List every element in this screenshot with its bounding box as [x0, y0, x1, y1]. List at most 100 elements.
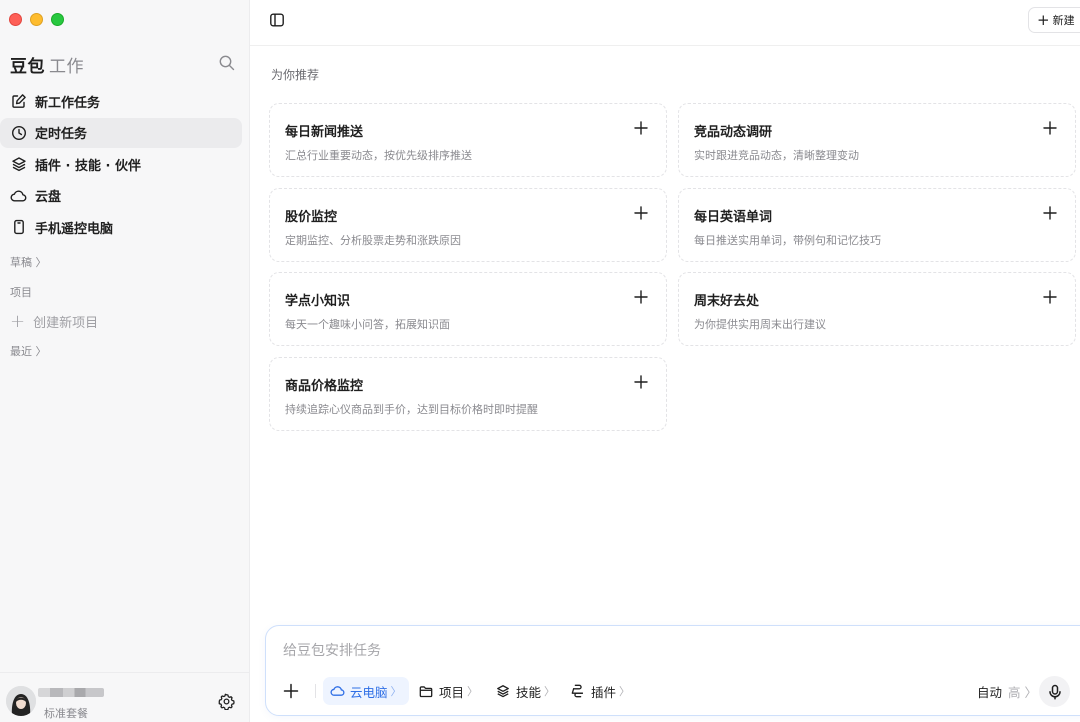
sidebar-item-scheduled-tasks[interactable]: 定时任务 — [0, 117, 242, 148]
card-description: 实时跟进竞品动态，清晰整理变动 — [694, 149, 859, 162]
chevron-right-icon: 〉 — [544, 685, 556, 698]
microphone-icon — [1048, 684, 1061, 700]
task-input[interactable] — [283, 640, 943, 662]
minimize-window-button[interactable] — [30, 13, 43, 26]
sidebar-item-label: 定时任务 — [35, 127, 88, 142]
clock-icon — [10, 124, 27, 141]
sidebar-item-label: 新工作任务 — [35, 95, 101, 111]
chip-label: 技能 — [516, 684, 542, 700]
sidebar-footer: 标准套餐 — [0, 672, 250, 722]
chevron-right-icon: 〉 — [619, 685, 631, 698]
card-title: 每日英语单词 — [694, 210, 773, 225]
sidebar: 豆包 工作 新工作任务 定时任务 插件 · 技能 · 伙伴 云盘 手机遥控电脑 … — [0, 0, 250, 722]
toggle-sidebar-button[interactable] — [269, 12, 285, 28]
card-title: 竞品动态调研 — [694, 125, 773, 140]
plus-icon[interactable] — [1043, 290, 1057, 304]
chevron-right-icon: 〉 — [390, 685, 402, 698]
phone-icon — [10, 219, 27, 236]
cloud-icon — [10, 187, 27, 204]
search-button[interactable] — [218, 54, 236, 72]
card-description: 定期监控、分析股票走势和涨跌原因 — [285, 234, 461, 247]
composer-toolbar: 云电脑 〉 项目 〉 技能 〉 插件 〉 自动 高 〉 — [266, 676, 1080, 707]
mode-label: 自动 — [977, 684, 1003, 700]
plus-icon[interactable] — [634, 121, 648, 135]
recommendation-card-price-monitor[interactable]: 商品价格监控 持续追踪心仪商品到手价，达到目标价格时即时提醒 — [269, 357, 667, 431]
new-button-label: 新建 — [1052, 14, 1075, 27]
create-project-button[interactable]: + 创建新项目 — [10, 311, 98, 332]
card-title: 周末好去处 — [694, 294, 760, 309]
brand-name: 豆包 — [10, 57, 45, 77]
username-redacted — [38, 688, 104, 697]
plus-icon[interactable] — [1043, 206, 1057, 220]
plus-icon[interactable] — [634, 206, 648, 220]
drafts-section-toggle[interactable]: 草稿 〉 — [10, 254, 47, 270]
card-description: 持续追踪心仪商品到手价，达到目标价格时即时提醒 — [285, 403, 538, 416]
plus-icon[interactable] — [1043, 121, 1057, 135]
gear-icon — [218, 693, 235, 711]
sidebar-toggle-icon — [270, 13, 284, 27]
close-window-button[interactable] — [9, 13, 22, 26]
brand-subtitle: 工作 — [49, 57, 84, 77]
card-title: 商品价格监控 — [285, 379, 364, 394]
sidebar-nav: 新工作任务 定时任务 插件 · 技能 · 伙伴 云盘 手机遥控电脑 — [0, 86, 250, 244]
mode-selector[interactable]: 自动 高 〉 — [977, 677, 1037, 705]
sidebar-item-cloud-drive[interactable]: 云盘 — [0, 181, 242, 211]
card-title: 每日新闻推送 — [285, 125, 364, 140]
new-button[interactable]: + 新建 — [1028, 7, 1080, 33]
recommendations-title: 为你推荐 — [271, 68, 320, 82]
plus-icon: + — [1037, 11, 1050, 29]
project-chip[interactable]: 项目 〉 — [419, 677, 478, 705]
attach-plus-icon[interactable] — [283, 683, 299, 699]
zoom-window-button[interactable] — [51, 13, 64, 26]
plus-icon: + — [10, 311, 26, 332]
card-description: 为你提供实用周末出行建议 — [694, 318, 826, 331]
layers-icon — [496, 684, 511, 699]
chip-label: 插件 — [591, 684, 617, 700]
recommendation-card-trivia[interactable]: 学点小知识 每天一个趣味小问答，拓展知识面 — [269, 272, 667, 346]
plugin-icon — [571, 684, 586, 699]
chip-label: 云电脑 — [350, 684, 388, 700]
cloud-computer-chip[interactable]: 云电脑 〉 — [323, 677, 409, 705]
recommendation-card-weekend-trips[interactable]: 周末好去处 为你提供实用周末出行建议 — [678, 272, 1076, 346]
layers-icon — [10, 156, 27, 173]
cloud-icon — [330, 684, 345, 699]
chip-label: 项目 — [439, 684, 465, 700]
avatar-image — [6, 686, 36, 716]
card-title: 股价监控 — [285, 210, 338, 225]
projects-section-label: 项目 — [10, 286, 32, 299]
plus-icon[interactable] — [634, 375, 648, 389]
mode-level: 高 〉 — [1008, 684, 1037, 700]
recent-section-toggle[interactable]: 最近 〉 — [10, 343, 47, 359]
sidebar-item-phone-remote[interactable]: 手机遥控电脑 — [0, 212, 242, 242]
task-composer: 云电脑 〉 项目 〉 技能 〉 插件 〉 自动 高 〉 — [265, 625, 1080, 716]
folder-icon — [419, 684, 434, 699]
app-brand: 豆包 工作 — [10, 52, 84, 77]
top-bar: + 新建 — [250, 0, 1080, 46]
sidebar-item-new-task[interactable]: 新工作任务 — [0, 86, 242, 116]
settings-button[interactable] — [218, 693, 235, 711]
card-description: 汇总行业重要动态，按优先级排序推送 — [285, 149, 472, 162]
edit-icon — [10, 93, 27, 110]
card-description: 每日推送实用单词，带例句和记忆技巧 — [694, 234, 881, 247]
skills-chip[interactable]: 技能 〉 — [496, 677, 555, 705]
card-title: 学点小知识 — [285, 294, 351, 309]
recommendation-card-stock-monitor[interactable]: 股价监控 定期监控、分析股票走势和涨跌原因 — [269, 188, 667, 262]
chevron-right-icon: 〉 — [467, 685, 479, 698]
plus-icon[interactable] — [634, 290, 648, 304]
recommendation-card-english-words[interactable]: 每日英语单词 每日推送实用单词，带例句和记忆技巧 — [678, 188, 1076, 262]
sidebar-item-label: 手机遥控电脑 — [35, 221, 114, 237]
search-icon — [219, 55, 235, 71]
sidebar-item-plugins[interactable]: 插件 · 技能 · 伙伴 — [0, 149, 242, 179]
sidebar-item-label: 插件 · 技能 · 伙伴 — [35, 158, 141, 174]
sidebar-item-label: 云盘 — [35, 190, 62, 205]
window-controls — [9, 13, 64, 26]
toolbar-divider — [315, 684, 316, 698]
create-project-label: 创建新项目 — [33, 316, 99, 331]
recommendation-card-daily-news[interactable]: 每日新闻推送 汇总行业重要动态，按优先级排序推送 — [269, 103, 667, 177]
card-description: 每天一个趣味小问答，拓展知识面 — [285, 318, 450, 331]
avatar[interactable] — [6, 686, 36, 716]
plugins-chip[interactable]: 插件 〉 — [571, 677, 630, 705]
plan-label: 标准套餐 — [44, 707, 88, 720]
recommendation-card-competitor-research[interactable]: 竞品动态调研 实时跟进竞品动态，清晰整理变动 — [678, 103, 1076, 177]
voice-input-button[interactable] — [1039, 676, 1070, 707]
